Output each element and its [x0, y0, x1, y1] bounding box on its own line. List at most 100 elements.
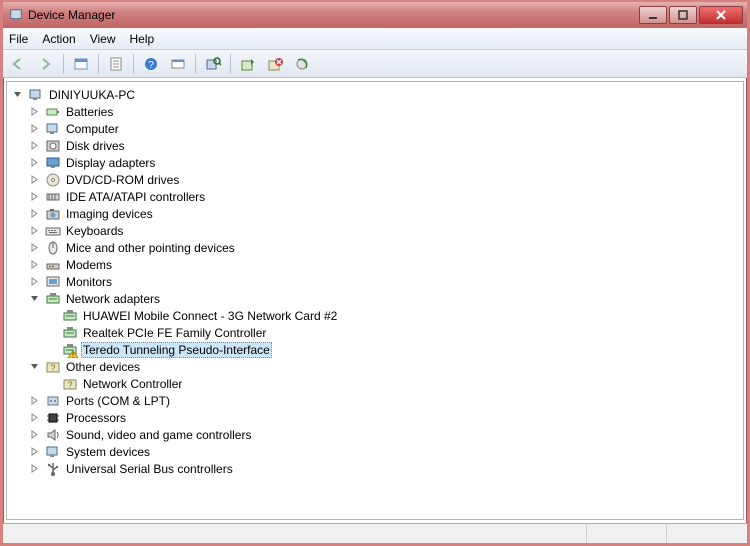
camera-icon [45, 206, 61, 222]
tree-label[interactable]: Teredo Tunneling Pseudo-Interface [81, 342, 272, 358]
tree-category[interactable]: Computer [9, 120, 741, 137]
minimize-button[interactable] [639, 6, 667, 24]
tb-btn-1[interactable] [69, 53, 93, 75]
tree-label[interactable]: Network adapters [64, 292, 162, 306]
usb-icon [45, 461, 61, 477]
expander-icon[interactable] [29, 429, 40, 440]
pc-icon [45, 444, 61, 460]
expander-icon[interactable] [12, 89, 23, 100]
expander-icon[interactable] [29, 123, 40, 134]
expander-icon[interactable] [29, 191, 40, 202]
monitor-icon [45, 274, 61, 290]
tree-device[interactable]: !Teredo Tunneling Pseudo-Interface [9, 341, 741, 358]
tree-root[interactable]: DINIYUUKA-PC [9, 86, 741, 103]
expander-icon[interactable] [29, 157, 40, 168]
update-driver-button[interactable] [236, 53, 260, 75]
status-main [3, 524, 587, 543]
tree-label[interactable]: Processors [64, 411, 128, 425]
expander-icon[interactable] [29, 225, 40, 236]
tree-label[interactable]: Realtek PCIe FE Family Controller [81, 326, 268, 340]
expander-icon[interactable] [29, 276, 40, 287]
tree-category[interactable]: System devices [9, 443, 741, 460]
tree-category[interactable]: Display adapters [9, 154, 741, 171]
battery-icon [45, 104, 61, 120]
properties-button[interactable] [104, 53, 128, 75]
tree-label[interactable]: Imaging devices [64, 207, 155, 221]
scan-hardware-button[interactable] [201, 53, 225, 75]
tree-category[interactable]: Disk drives [9, 137, 741, 154]
expander-icon[interactable] [29, 259, 40, 270]
tree-category[interactable]: ? Other devices [9, 358, 741, 375]
svg-text:?: ? [67, 380, 72, 390]
expander-icon[interactable] [29, 446, 40, 457]
tree-label[interactable]: Monitors [64, 275, 114, 289]
tree-label[interactable]: Disk drives [64, 139, 127, 153]
uninstall-button[interactable] [263, 53, 287, 75]
svg-text:?: ? [50, 363, 55, 373]
tree-label[interactable]: Mice and other pointing devices [64, 241, 237, 255]
expander-icon[interactable] [29, 395, 40, 406]
tree-category[interactable]: Keyboards [9, 222, 741, 239]
tree-label[interactable]: Computer [64, 122, 121, 136]
ide-icon [45, 189, 61, 205]
tree-label[interactable]: Universal Serial Bus controllers [64, 462, 235, 476]
tree-label[interactable]: DINIYUUKA-PC [47, 88, 137, 102]
tree-label[interactable]: Other devices [64, 360, 142, 374]
tree-category[interactable]: Mice and other pointing devices [9, 239, 741, 256]
menu-help[interactable]: Help [130, 32, 155, 46]
port-icon [45, 393, 61, 409]
expander-icon[interactable] [29, 361, 40, 372]
menu-file[interactable]: File [9, 32, 28, 46]
tree-label[interactable]: Keyboards [64, 224, 125, 238]
tree-label[interactable]: IDE ATA/ATAPI controllers [64, 190, 207, 204]
tree-category[interactable]: Batteries [9, 103, 741, 120]
tree-category[interactable]: IDE ATA/ATAPI controllers [9, 188, 741, 205]
tree-label[interactable]: DVD/CD-ROM drives [64, 173, 181, 187]
menu-action[interactable]: Action [42, 32, 75, 46]
tree-label[interactable]: Network Controller [81, 377, 184, 391]
disable-button[interactable] [290, 53, 314, 75]
svg-text:?: ? [148, 60, 154, 71]
tree-category[interactable]: Imaging devices [9, 205, 741, 222]
tree-category[interactable]: Processors [9, 409, 741, 426]
net-icon [62, 308, 78, 324]
expander-icon[interactable] [29, 174, 40, 185]
expander-icon[interactable] [29, 463, 40, 474]
tree-category[interactable]: Universal Serial Bus controllers [9, 460, 741, 477]
maximize-button[interactable] [669, 6, 697, 24]
tree-label[interactable]: Sound, video and game controllers [64, 428, 253, 442]
tree-label[interactable]: Ports (COM & LPT) [64, 394, 172, 408]
back-button[interactable] [7, 53, 31, 75]
tree-category[interactable]: Sound, video and game controllers [9, 426, 741, 443]
tree-device[interactable]: ? Network Controller [9, 375, 741, 392]
tree-label[interactable]: Batteries [64, 105, 115, 119]
statusbar [3, 523, 747, 543]
close-button[interactable] [699, 6, 743, 24]
tree-category[interactable]: Modems [9, 256, 741, 273]
help-button[interactable]: ? [139, 53, 163, 75]
tree-label[interactable]: HUAWEI Mobile Connect - 3G Network Card … [81, 309, 339, 323]
tree-label[interactable]: System devices [64, 445, 152, 459]
expander-icon[interactable] [29, 242, 40, 253]
expander-icon[interactable] [29, 106, 40, 117]
net-icon [45, 291, 61, 307]
tree-category[interactable]: Ports (COM & LPT) [9, 392, 741, 409]
tb-btn-2[interactable] [166, 53, 190, 75]
modem-icon [45, 257, 61, 273]
device-tree[interactable]: DINIYUUKA-PC Batteries Computer Disk drives… [6, 81, 744, 520]
expander-icon[interactable] [29, 293, 40, 304]
tree-label[interactable]: Modems [64, 258, 114, 272]
tree-label[interactable]: Display adapters [64, 156, 157, 170]
forward-button[interactable] [34, 53, 58, 75]
tree-device[interactable]: Realtek PCIe FE Family Controller [9, 324, 741, 341]
other-icon: ? [45, 359, 61, 375]
tree-category[interactable]: DVD/CD-ROM drives [9, 171, 741, 188]
tree-category[interactable]: Monitors [9, 273, 741, 290]
menu-view[interactable]: View [90, 32, 116, 46]
tree-category[interactable]: Network adapters [9, 290, 741, 307]
expander-icon[interactable] [29, 208, 40, 219]
expander-icon[interactable] [29, 412, 40, 423]
expander-icon[interactable] [29, 140, 40, 151]
tree-device[interactable]: HUAWEI Mobile Connect - 3G Network Card … [9, 307, 741, 324]
titlebar[interactable]: Device Manager [3, 2, 747, 28]
